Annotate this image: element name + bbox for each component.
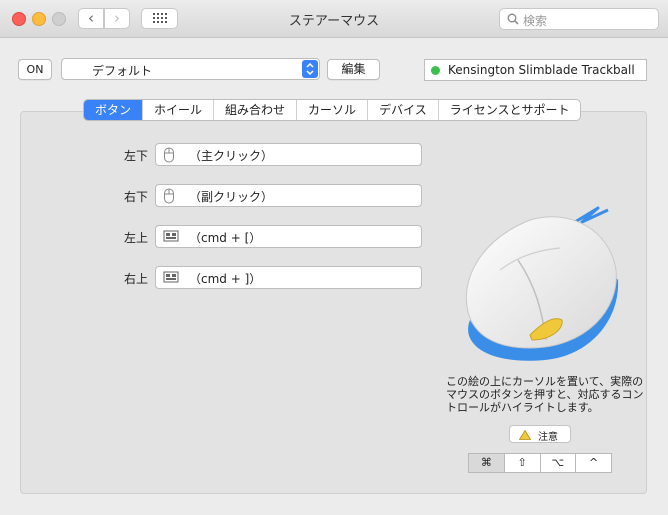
mouse-hint-text: この絵の上にカーソルを置いて、実際のマウスのボタンを押すと、対応するコントロール…: [446, 375, 644, 414]
connected-status-icon: [431, 66, 440, 75]
mouse-icon: [164, 147, 174, 163]
tab-license-support[interactable]: ライセンスとサポート: [437, 100, 581, 120]
on-toggle-button[interactable]: ON: [18, 59, 52, 80]
button-label-bottom-left: 左下: [123, 149, 148, 163]
button-action-top-left[interactable]: （cmd + [）: [155, 225, 422, 248]
tab-wheel[interactable]: ホイール: [142, 100, 213, 120]
edit-button[interactable]: 編集: [327, 59, 380, 80]
option-key[interactable]: ⌥: [539, 454, 576, 472]
tab-buttons[interactable]: ボタン: [84, 100, 143, 120]
button-action-text: （主クリック）: [189, 149, 274, 163]
search-icon: [507, 13, 519, 25]
tab-bar: ボタン ホイール 組み合わせ カーソル デバイス ライセンスとサポート: [83, 99, 582, 121]
button-label-bottom-right: 右下: [123, 190, 148, 204]
preset-value: デフォルト: [92, 64, 153, 78]
button-action-bottom-right[interactable]: （副クリック）: [155, 184, 422, 207]
keyboard-shortcut-icon: [163, 271, 179, 283]
mouse-illustration[interactable]: [460, 200, 625, 370]
keyboard-shortcut-icon: [163, 230, 179, 242]
button-action-bottom-left[interactable]: （主クリック）: [155, 143, 422, 166]
shift-key[interactable]: ⇧: [503, 454, 540, 472]
preferences-window: ‹ › ステアーマウス 検索 ON デフォルト 編集 Kensington Sl…: [0, 0, 668, 515]
warning-button[interactable]: 注意: [509, 425, 571, 443]
updown-arrows-icon: [302, 60, 318, 78]
command-key[interactable]: ⌘: [469, 454, 504, 472]
titlebar: ‹ › ステアーマウス 検索: [0, 0, 668, 38]
button-action-text: （cmd + ]）: [189, 272, 262, 286]
mouse-icon: [164, 188, 174, 204]
tab-device[interactable]: デバイス: [367, 100, 438, 120]
button-action-text: （副クリック）: [189, 190, 274, 204]
warning-icon: [519, 430, 531, 440]
modifier-keys: ⌘ ⇧ ⌥ ^: [468, 453, 612, 473]
device-name: Kensington Slimblade Trackball: [448, 63, 635, 77]
tab-cursor[interactable]: カーソル: [296, 100, 367, 120]
control-key[interactable]: ^: [575, 454, 611, 472]
warning-label: 注意: [538, 432, 558, 443]
tab-chords[interactable]: 組み合わせ: [213, 100, 296, 120]
button-label-top-right: 右上: [123, 272, 148, 286]
button-action-top-right[interactable]: （cmd + ]）: [155, 266, 422, 289]
preset-popup[interactable]: デフォルト: [61, 58, 320, 80]
device-selector[interactable]: Kensington Slimblade Trackball: [424, 59, 647, 81]
cable-icon: [574, 206, 609, 224]
button-label-top-left: 左上: [123, 231, 148, 245]
search-placeholder: 検索: [523, 14, 548, 28]
search-field[interactable]: 検索: [499, 8, 659, 30]
button-action-text: （cmd + [）: [189, 231, 262, 245]
